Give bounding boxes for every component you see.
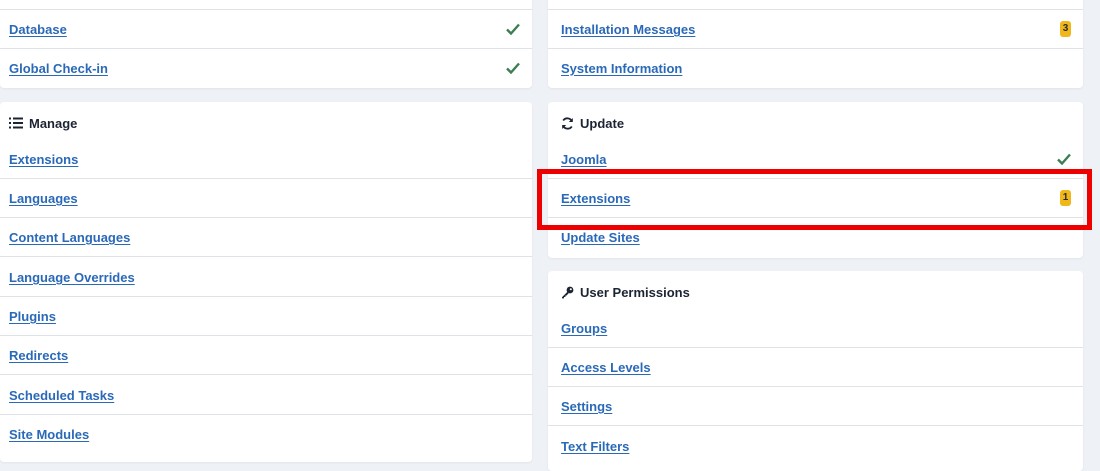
extensions-update-link[interactable]: Extensions — [561, 191, 630, 206]
access-levels-link[interactable]: Access Levels — [561, 360, 651, 375]
manage-title: Manage — [29, 115, 78, 131]
list-item: Installation Messages 3 — [548, 10, 1083, 49]
information-card: Installation Messages 3 System Informati… — [548, 0, 1083, 88]
key-icon — [562, 286, 574, 298]
list-item: Update Sites — [548, 218, 1083, 257]
system-card: Database Global Check-in — [0, 0, 532, 88]
list-item — [548, 0, 1083, 10]
update-title: Update — [580, 115, 625, 131]
list-item: Plugins — [0, 297, 532, 336]
manage-list: Extensions Languages Content Languages L… — [0, 140, 532, 460]
plugins-link[interactable]: Plugins — [9, 309, 56, 324]
content-languages-link[interactable]: Content Languages — [9, 230, 130, 245]
list-item: System Information — [548, 49, 1083, 88]
list-item: Scheduled Tasks — [0, 376, 532, 415]
sync-icon — [562, 116, 573, 130]
check-icon — [1057, 153, 1071, 165]
settings-link[interactable]: Settings — [561, 399, 612, 414]
check-icon — [506, 23, 520, 35]
update-list: Joomla Extensions 1 Update Sites — [548, 140, 1083, 258]
list-item: Access Levels — [548, 348, 1083, 387]
installation-messages-link[interactable]: Installation Messages — [561, 22, 695, 37]
list-item: Languages — [0, 179, 532, 218]
list-icon — [9, 117, 23, 129]
list-item: Settings — [548, 387, 1083, 426]
list-item: Redirects — [0, 336, 532, 375]
manage-card-title: Manage — [9, 115, 77, 131]
list-item — [0, 0, 532, 10]
list-item: Extensions 1 — [548, 179, 1083, 218]
site-modules-link[interactable]: Site Modules — [9, 427, 89, 442]
check-icon — [506, 62, 520, 74]
user-permissions-list: Groups Access Levels Settings Text Filte… — [548, 309, 1083, 469]
list-item: Extensions — [0, 140, 532, 179]
languages-link[interactable]: Languages — [9, 191, 78, 206]
user-permissions-card-title: User Permissions — [561, 284, 690, 300]
user-permissions-title: User Permissions — [580, 284, 690, 300]
list-item: Global Check-in — [0, 49, 532, 88]
update-card-title: Update — [561, 115, 624, 131]
language-overrides-link[interactable]: Language Overrides — [9, 270, 135, 285]
update-sites-link[interactable]: Update Sites — [561, 230, 640, 245]
extensions-link[interactable]: Extensions — [9, 152, 78, 167]
global-checkin-link[interactable]: Global Check-in — [9, 61, 108, 76]
list-item: Language Overrides — [0, 258, 532, 297]
list-item: Content Languages — [0, 218, 532, 257]
list-item: Database — [0, 10, 532, 49]
list-item: Site Modules — [0, 415, 532, 454]
text-filters-link[interactable]: Text Filters — [561, 439, 629, 454]
system-information-link[interactable]: System Information — [561, 61, 682, 76]
joomla-update-link[interactable]: Joomla — [561, 152, 607, 167]
list-item: Joomla — [548, 140, 1083, 179]
groups-link[interactable]: Groups — [561, 321, 607, 336]
list-item: Groups — [548, 309, 1083, 348]
count-badge: 1 — [1060, 190, 1071, 206]
list-item: Text Filters — [548, 427, 1083, 466]
count-badge: 3 — [1060, 21, 1071, 37]
redirects-link[interactable]: Redirects — [9, 348, 68, 363]
scheduled-tasks-link[interactable]: Scheduled Tasks — [9, 388, 114, 403]
database-link[interactable]: Database — [9, 22, 67, 37]
